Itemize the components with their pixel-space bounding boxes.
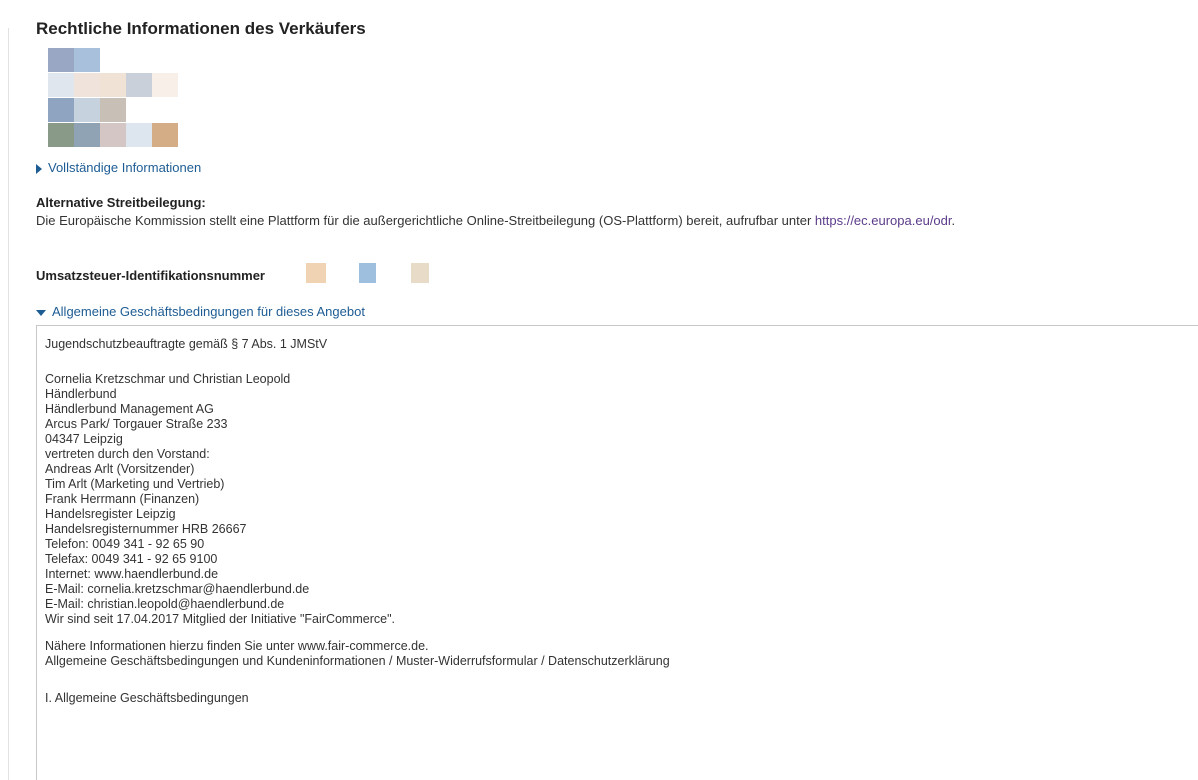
logo-pixel — [100, 98, 126, 122]
agb-line: Handelsregister Leipzig — [45, 507, 176, 521]
logo-pixel — [126, 123, 152, 147]
logo-pixel — [152, 73, 178, 97]
logo-pixel — [126, 98, 152, 122]
odr-text: Die Europäische Kommission stellt eine P… — [36, 213, 955, 228]
odr-heading: Alternative Streitbeilegung: — [36, 195, 206, 210]
agb-line: Jugendschutzbeauftragte gemäß § 7 Abs. 1… — [45, 337, 328, 351]
agb-line: Andreas Arlt (Vorsitzender) — [45, 462, 195, 476]
logo-pixel — [126, 73, 152, 97]
caret-down-icon — [36, 309, 46, 316]
agb-line: Cornelia Kretzschmar und Christian Leopo… — [45, 372, 291, 386]
agb-line: Händlerbund — [45, 387, 117, 401]
logo-pixel — [48, 48, 74, 72]
section-title: Rechtliche Informationen des Verkäufers — [36, 19, 366, 38]
vat-label: Umsatzsteuer-Identifikationsnummer — [36, 268, 265, 283]
logo-pixel — [74, 73, 100, 97]
agb-line: 04347 Leipzig — [45, 432, 123, 446]
agb-line: Telefax: 0049 341 - 92 65 9100 — [45, 552, 218, 566]
vat-redacted-block — [306, 263, 326, 283]
agb-line: Frank Herrmann (Finanzen) — [45, 492, 200, 506]
agb-line: Allgemeine Geschäftsbedingungen und Kund… — [45, 654, 670, 668]
vat-redacted-block — [411, 263, 429, 283]
agb-line: Internet: www.haendlerbund.de — [45, 567, 219, 581]
seller-logo — [48, 48, 178, 152]
agb-line: Nähere Informationen hierzu finden Sie u… — [45, 639, 429, 653]
odr-after: . — [951, 213, 956, 228]
odr-link[interactable]: https://ec.europa.eu/odr — [815, 213, 952, 228]
agb-line: I. Allgemeine Geschäftsbedingungen — [45, 691, 249, 705]
odr-description: Die Europäische Kommission stellt eine P… — [36, 213, 815, 228]
agb-line: Wir sind seit 17.04.2017 Mitglied der In… — [45, 612, 395, 626]
logo-pixel — [100, 48, 126, 72]
full-info-toggle[interactable]: Vollständige Informationen — [36, 160, 201, 175]
logo-pixel — [74, 98, 100, 122]
agb-line: vertreten durch den Vorstand: — [45, 447, 210, 461]
agb-toggle[interactable]: Allgemeine Geschäftsbedingungen für dies… — [36, 304, 365, 319]
agb-line: Handelsregisternummer HRB 26667 — [45, 522, 247, 536]
logo-pixel — [48, 98, 74, 122]
vat-redacted-block — [359, 263, 376, 283]
agb-toggle-label: Allgemeine Geschäftsbedingungen für dies… — [52, 304, 365, 319]
logo-pixel — [152, 48, 178, 72]
logo-pixel — [152, 98, 178, 122]
agb-line: Tim Arlt (Marketing und Vertrieb) — [45, 477, 225, 491]
agb-line: E-Mail: cornelia.kretzschmar@haendlerbun… — [45, 582, 310, 596]
logo-pixel — [100, 123, 126, 147]
agb-line: E-Mail: christian.leopold@haendlerbund.d… — [45, 597, 285, 611]
logo-pixel — [74, 123, 100, 147]
logo-pixel — [152, 123, 178, 147]
agb-content-frame[interactable]: Jugendschutzbeauftragte gemäß § 7 Abs. 1… — [36, 325, 1198, 780]
logo-pixel — [48, 123, 74, 147]
left-divider — [8, 28, 9, 780]
logo-pixel — [74, 48, 100, 72]
logo-pixel — [126, 48, 152, 72]
logo-pixel — [100, 73, 126, 97]
caret-right-icon — [36, 163, 42, 174]
logo-pixel — [48, 73, 74, 97]
full-info-label: Vollständige Informationen — [48, 160, 202, 175]
agb-line: Telefon: 0049 341 - 92 65 90 — [45, 537, 205, 551]
agb-line: Arcus Park/ Torgauer Straße 233 — [45, 417, 228, 431]
agb-line: Händlerbund Management AG — [45, 402, 214, 416]
